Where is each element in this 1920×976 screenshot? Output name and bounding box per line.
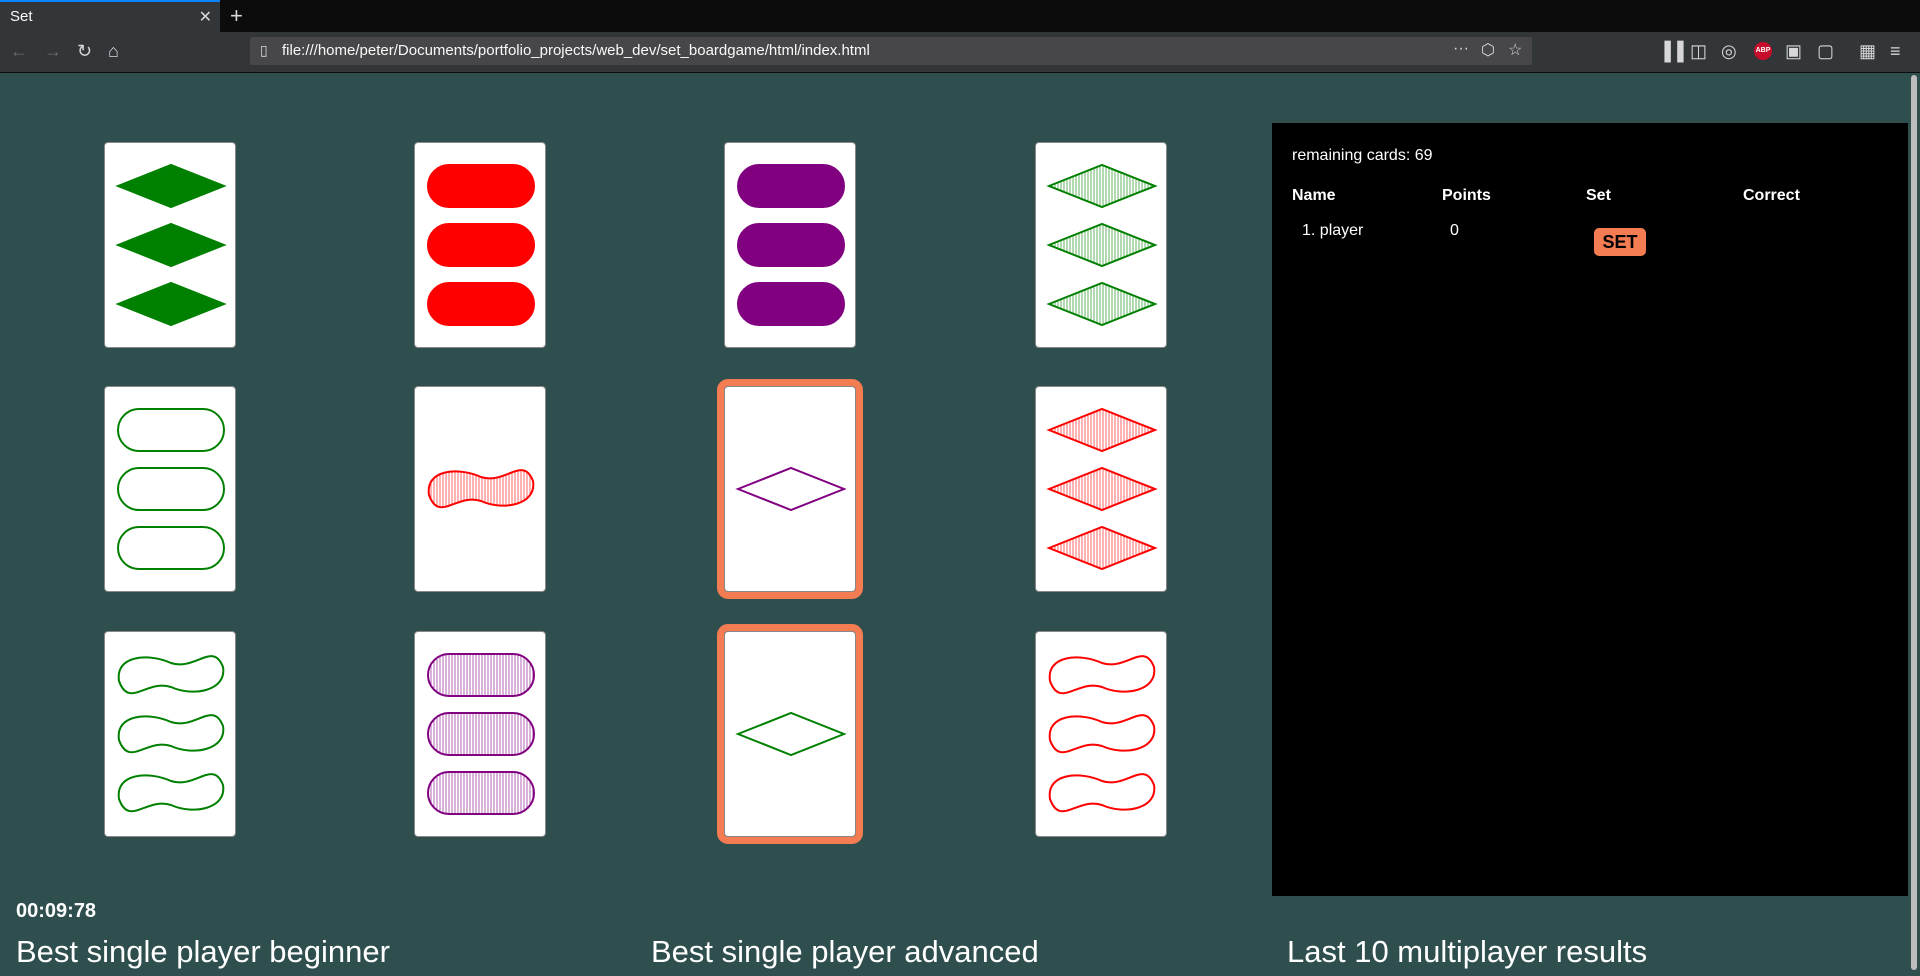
url-bar[interactable]: ▯ file:///home/peter/Documents/portfolio… [250,37,1532,65]
card-symbol-oval [117,408,225,452]
card-symbol-squiggle [1048,655,1156,695]
page-actions-icon[interactable]: ··· [1453,40,1469,58]
remaining-cards-label: remaining cards: 69 [1292,147,1433,164]
card-symbol-squiggle [117,655,225,695]
menu-icon[interactable]: ≡ [1890,40,1901,62]
card-symbol-oval [117,467,225,511]
back-icon[interactable]: ← [10,40,28,62]
multiplayer-results-heading: Last 10 multiplayer results [1287,934,1648,969]
header-points: Points [1442,187,1491,204]
player-points: 0 [1450,222,1459,239]
card-symbol-diamond [1046,163,1158,209]
new-tab-icon[interactable]: + [230,3,243,29]
bookmark-star-icon[interactable]: ☆ [1508,40,1522,60]
navigation-bar: ← → ↻ ⌂ ▯ file:///home/peter/Documents/p… [0,32,1920,73]
header-name: Name [1292,187,1336,204]
card-symbol-diamond [1046,525,1158,571]
page-scrollbar[interactable] [1908,73,1920,976]
card-symbol-squiggle [117,773,225,813]
home-icon[interactable]: ⌂ [108,40,119,62]
card-symbol-diamond [115,222,227,268]
card-symbol-oval [737,282,845,326]
card-symbol-squiggle [1048,714,1156,754]
set-card[interactable] [1035,142,1167,348]
set-card[interactable] [717,379,863,599]
page-icon: ▯ [260,42,268,58]
game-page: remaining cards: 69 Name Points Set Corr… [0,73,1908,976]
adblock-icon[interactable]: ABP [1754,42,1772,60]
card-symbol-diamond [115,163,227,209]
set-card[interactable] [414,386,546,592]
browser-tab[interactable]: Set ✕ [0,0,220,32]
extensions-icon[interactable]: ▦ [1859,40,1876,62]
sidebar-icon[interactable]: ◫ [1690,40,1707,62]
best-beginner-heading: Best single player beginner [16,934,390,969]
card-symbol-oval [427,712,535,756]
card-symbol-diamond [1046,222,1158,268]
player-name: 1. player [1302,222,1364,239]
set-card[interactable] [104,142,236,348]
card-symbol-diamond [115,281,227,327]
lock-extension-icon[interactable]: ▢ [1817,40,1834,62]
set-card[interactable] [104,631,236,837]
card-symbol-diamond [735,466,847,512]
card-symbol-squiggle [117,714,225,754]
tab-title: Set [10,8,33,25]
set-card[interactable] [724,142,856,348]
score-panel: remaining cards: 69 Name Points Set Corr… [1272,123,1908,896]
scrollbar-thumb[interactable] [1911,75,1917,970]
set-button[interactable]: SET [1594,228,1646,256]
card-symbol-squiggle [427,469,535,509]
set-card[interactable] [1035,631,1167,837]
card-symbol-oval [427,282,535,326]
card-symbol-diamond [1046,407,1158,453]
best-advanced-heading: Best single player advanced [651,934,1039,969]
card-symbol-diamond [1046,466,1158,512]
close-tab-icon[interactable]: ✕ [199,7,212,27]
card-symbol-oval [427,164,535,208]
card-symbol-oval [117,526,225,570]
header-correct: Correct [1743,187,1800,204]
card-symbol-diamond [735,711,847,757]
set-card[interactable] [414,142,546,348]
card-symbol-oval [427,223,535,267]
set-card[interactable] [717,624,863,844]
set-card[interactable] [1035,386,1167,592]
card-symbol-oval [427,653,535,697]
card-symbol-diamond [1046,281,1158,327]
tab-bar: Set ✕ + [0,0,1920,32]
library-icon[interactable]: ▐▐ [1658,40,1684,62]
header-set: Set [1586,187,1611,204]
set-card[interactable] [104,386,236,592]
forward-icon[interactable]: → [44,40,62,62]
card-symbol-squiggle [1048,773,1156,813]
game-timer: 00:09:78 [16,900,97,922]
card-symbol-oval [737,223,845,267]
card-symbol-oval [737,164,845,208]
pocket-icon[interactable]: ⬡ [1481,40,1495,60]
url-text[interactable]: file:///home/peter/Documents/portfolio_p… [282,42,870,59]
account-icon[interactable]: ◎ [1721,40,1737,62]
reload-icon[interactable]: ↻ [77,40,92,62]
extension-icon[interactable]: ▣ [1785,40,1802,62]
set-card[interactable] [414,631,546,837]
card-symbol-oval [427,771,535,815]
